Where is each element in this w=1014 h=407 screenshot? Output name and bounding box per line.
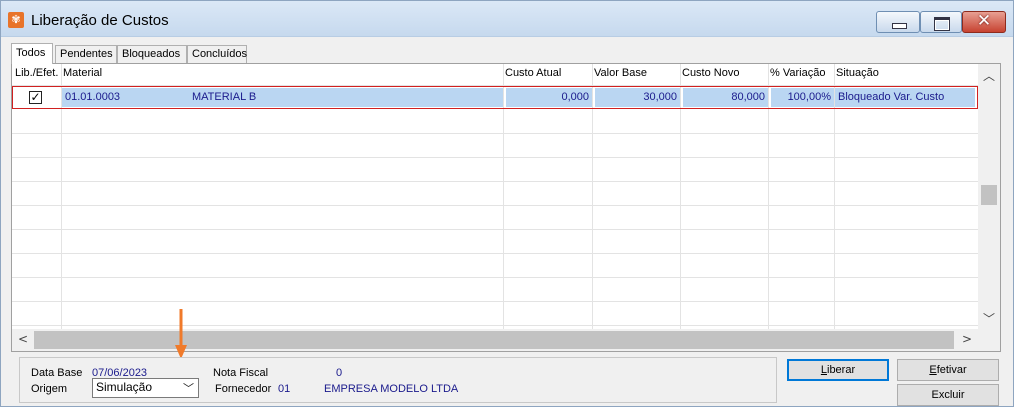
efetivar-label: fetivar bbox=[936, 364, 967, 376]
grid-row-divider bbox=[12, 181, 978, 182]
efetivar-button[interactable]: Efetivar bbox=[897, 359, 999, 381]
efetivar-accesskey: E bbox=[929, 364, 937, 376]
scroll-up-icon[interactable]: ︿ bbox=[983, 67, 995, 84]
tab-bloqueados[interactable]: Bloqueados bbox=[117, 45, 187, 63]
fornecedor-label: Fornecedor bbox=[215, 383, 272, 395]
origem-select-value: Simulação bbox=[96, 380, 153, 394]
window-title: Liberação de Custos bbox=[31, 12, 169, 29]
close-icon: ✕ bbox=[976, 11, 992, 31]
column-header-lib-efet[interactable]: Lib./Efet. bbox=[15, 67, 58, 79]
column-header-variacao[interactable]: % Variação bbox=[770, 67, 825, 79]
column-header-custo-atual[interactable]: Custo Atual bbox=[505, 67, 561, 79]
nota-fiscal-value: 0 bbox=[336, 367, 343, 379]
situacao-cell[interactable]: Bloqueado Var. Custo bbox=[835, 88, 975, 107]
cost-grid: Lib./Efet. Material Custo Atual Valor Ba… bbox=[11, 63, 1001, 352]
chevron-down-icon: ﹀ bbox=[183, 382, 194, 395]
valor-base-cell[interactable]: 30,000 bbox=[595, 88, 680, 107]
excluir-button[interactable]: Excluir bbox=[897, 384, 999, 406]
nota-fiscal-label: Nota Fiscal bbox=[213, 367, 269, 379]
liberar-button[interactable]: Liberar bbox=[787, 359, 889, 381]
maximize-button[interactable] bbox=[920, 11, 962, 33]
grid-row-divider bbox=[12, 253, 978, 254]
tab-pendentes[interactable]: Pendentes bbox=[55, 45, 117, 63]
app-icon: ✾ bbox=[8, 12, 24, 28]
liberar-label: iberar bbox=[827, 364, 856, 376]
data-base-label: Data Base bbox=[31, 367, 83, 379]
scroll-right-icon[interactable]: > bbox=[962, 332, 972, 346]
grid-row-divider bbox=[12, 157, 978, 158]
column-header-valor-base[interactable]: Valor Base bbox=[594, 67, 647, 79]
vertical-scrollbar[interactable]: ︿ ﹀ bbox=[978, 64, 1000, 329]
scroll-left-icon[interactable]: < bbox=[18, 332, 28, 346]
grid-row-divider bbox=[12, 133, 978, 134]
vertical-scroll-thumb[interactable] bbox=[981, 185, 997, 205]
horizontal-scrollbar[interactable]: < > bbox=[12, 329, 978, 351]
origem-select[interactable]: Simulação ﹀ bbox=[92, 378, 199, 398]
grid-row-divider bbox=[12, 325, 978, 326]
column-header-situacao[interactable]: Situação bbox=[836, 67, 879, 79]
annotation-arrow-icon bbox=[175, 309, 187, 359]
title-bar[interactable]: ✾ Liberação de Custos ✕ bbox=[1, 1, 1013, 37]
fornecedor-name: EMPRESA MODELO LTDA bbox=[324, 383, 459, 395]
origem-label: Origem bbox=[31, 383, 68, 395]
scrollbar-corner bbox=[978, 329, 1000, 351]
window: ✾ Liberação de Custos ✕ Todos Pendentes … bbox=[0, 0, 1014, 407]
custo-atual-cell[interactable]: 0,000 bbox=[506, 88, 592, 107]
column-header-material[interactable]: Material bbox=[63, 67, 102, 79]
variacao-cell[interactable]: 100,00% bbox=[771, 88, 834, 107]
lib-efet-cell: ✓ bbox=[13, 88, 61, 107]
close-button[interactable]: ✕ bbox=[962, 11, 1006, 33]
material-name-cell[interactable]: MATERIAL B bbox=[189, 88, 503, 107]
fornecedor-code: 01 bbox=[278, 383, 291, 395]
grid-row-divider bbox=[12, 229, 978, 230]
tab-concluidos[interactable]: Concluídos bbox=[187, 45, 247, 63]
info-panel: Data Base 07/06/2023 Origem Simulação ﹀ … bbox=[19, 357, 777, 403]
grid-row-divider bbox=[12, 301, 978, 302]
tab-todos[interactable]: Todos bbox=[11, 43, 53, 64]
grid-row-divider bbox=[12, 277, 978, 278]
table-row[interactable]: ✓ 01.01.0003 MATERIAL B 0,000 30,000 80,… bbox=[12, 86, 978, 109]
lib-efet-checkbox[interactable]: ✓ bbox=[29, 91, 42, 104]
custo-novo-cell[interactable]: 80,000 bbox=[683, 88, 768, 107]
horizontal-scroll-thumb[interactable] bbox=[34, 331, 954, 349]
scroll-down-icon[interactable]: ﹀ bbox=[983, 310, 995, 327]
column-header-custo-novo[interactable]: Custo Novo bbox=[682, 67, 739, 79]
material-code-cell[interactable]: 01.01.0003 bbox=[62, 88, 189, 107]
minimize-button[interactable] bbox=[876, 11, 920, 33]
grid-row-divider bbox=[12, 205, 978, 206]
